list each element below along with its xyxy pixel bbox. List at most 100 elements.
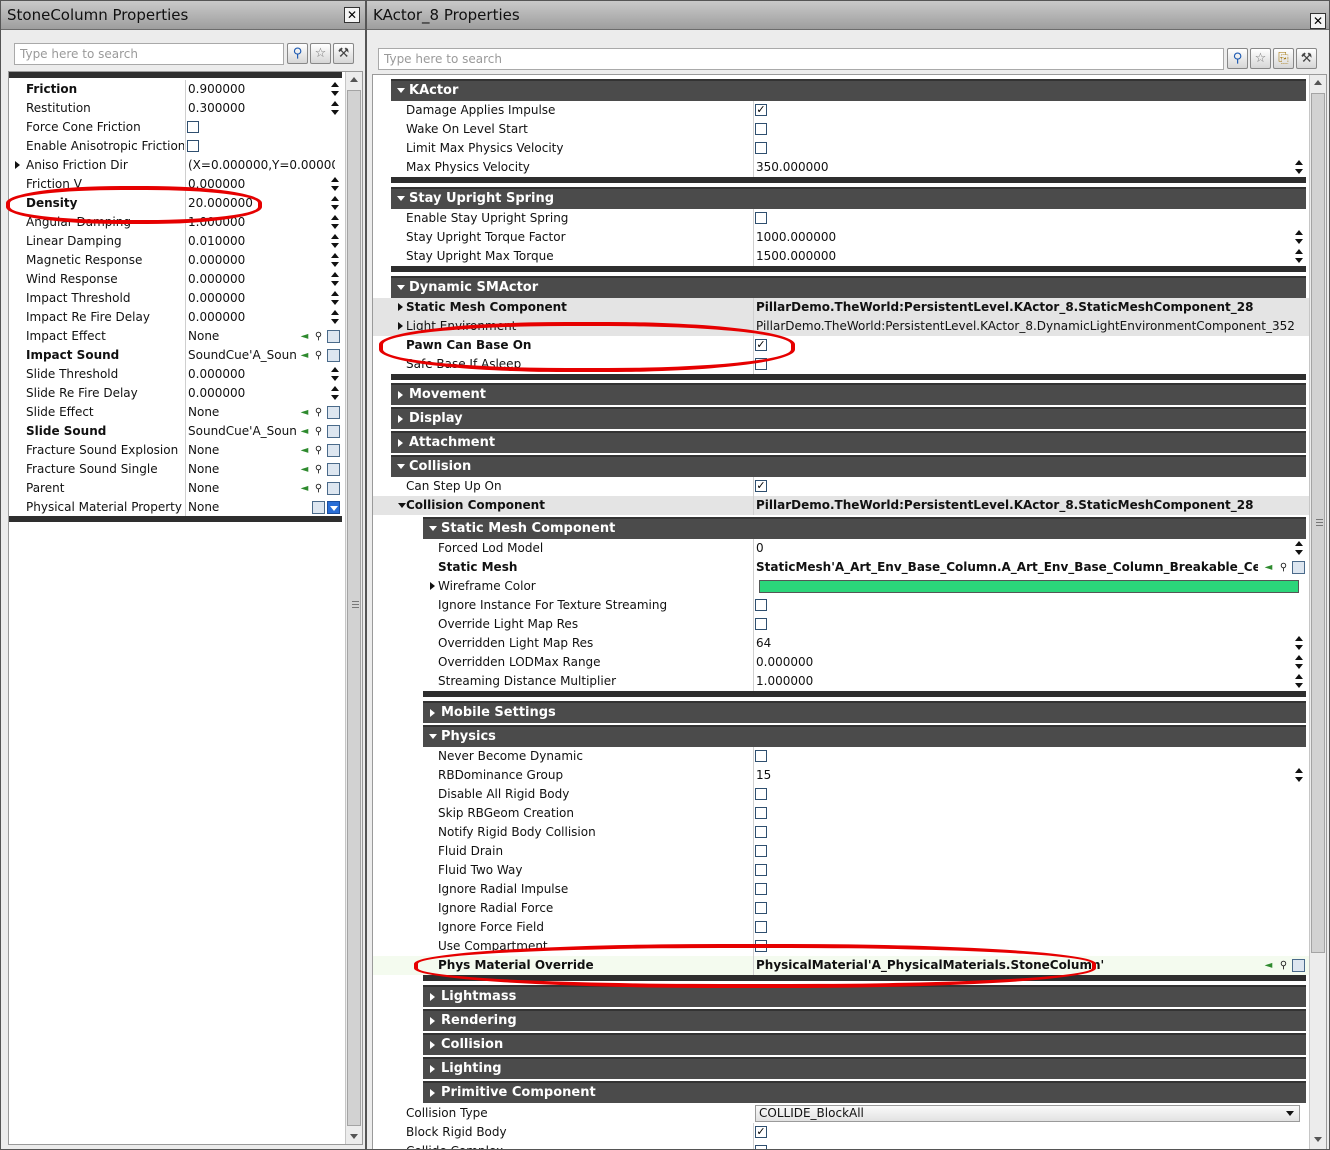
right-property-row[interactable]: Stay Upright Max Torque 1500.000000	[373, 247, 1326, 266]
spinner-arrows-icon[interactable]	[331, 177, 340, 191]
category-rendering[interactable]: Rendering	[423, 1009, 1306, 1031]
browse-magnifier-icon[interactable]: ⚲	[312, 349, 325, 362]
clear-icon[interactable]	[312, 501, 325, 514]
property-value[interactable]	[185, 137, 335, 156]
dropdown-arrow-icon[interactable]	[327, 501, 340, 514]
spinner-arrows-icon[interactable]	[1295, 249, 1304, 263]
browse-magnifier-icon[interactable]: ⚲	[312, 482, 325, 495]
right-property-row[interactable]: Use Compartment	[373, 937, 1326, 956]
property-value[interactable]	[753, 209, 1296, 228]
clear-icon[interactable]	[327, 425, 340, 438]
property-value[interactable]: None	[185, 441, 297, 460]
right-scroll-thumb[interactable]	[1311, 93, 1325, 953]
expand-arrow-icon[interactable]	[398, 439, 403, 447]
expand-arrow-icon[interactable]	[398, 303, 403, 311]
right-property-row[interactable]: Forced Lod Model 0	[373, 539, 1326, 558]
left-property-row[interactable]: Slide Sound SoundCue'A_Sound ◄ ⚲	[9, 422, 362, 441]
right-tools-icon[interactable]: ⚒	[1296, 48, 1317, 69]
expand-arrow-icon[interactable]	[430, 582, 435, 590]
category-mobile-settings[interactable]: Mobile Settings	[423, 701, 1306, 723]
property-value[interactable]: None	[185, 327, 297, 346]
property-value[interactable]	[753, 747, 1296, 766]
property-value[interactable]: 0.900000	[185, 80, 335, 99]
property-checkbox[interactable]: ✓	[755, 104, 767, 116]
property-checkbox[interactable]	[187, 140, 199, 152]
left-property-row[interactable]: Force Cone Friction	[9, 118, 362, 137]
property-value[interactable]: 0.000000	[185, 251, 335, 270]
property-value[interactable]	[753, 785, 1296, 804]
use-selected-icon[interactable]: ◄	[1262, 561, 1275, 574]
right-property-row[interactable]: Skip RBGeom Creation	[373, 804, 1326, 823]
left-property-row[interactable]: Physical Material Property None	[9, 498, 362, 517]
right-property-row[interactable]: Stay Upright Torque Factor 1000.000000	[373, 228, 1326, 247]
spinner-arrows-icon[interactable]	[1295, 160, 1304, 174]
use-selected-icon[interactable]: ◄	[298, 482, 311, 495]
right-property-row[interactable]: Fluid Drain	[373, 842, 1326, 861]
left-property-row[interactable]: Impact Effect None ◄ ⚲	[9, 327, 362, 346]
expand-arrow-icon[interactable]	[430, 1017, 435, 1025]
right-property-row[interactable]: Disable All Rigid Body	[373, 785, 1326, 804]
property-value[interactable]: None	[185, 460, 297, 479]
spinner-arrows-icon[interactable]	[1295, 768, 1304, 782]
collapse-arrow-icon[interactable]	[398, 503, 406, 508]
use-selected-icon[interactable]: ◄	[298, 425, 311, 438]
left-property-row[interactable]: Wind Response 0.000000	[9, 270, 362, 289]
right-property-row[interactable]: Damage Applies Impulse ✓	[373, 101, 1326, 120]
left-property-row[interactable]: Angular Damping 1.000000	[9, 213, 362, 232]
collapse-arrow-icon[interactable]	[397, 196, 405, 201]
left-scroll-thumb[interactable]	[347, 90, 361, 1126]
property-value[interactable]	[185, 118, 335, 137]
clear-icon[interactable]	[327, 444, 340, 457]
right-property-row[interactable]: Overridden LODMax Range 0.000000	[373, 653, 1326, 672]
left-property-row[interactable]: Fracture Sound Explosion None ◄ ⚲	[9, 441, 362, 460]
collapse-arrow-icon[interactable]	[429, 526, 437, 531]
right-property-row[interactable]: Overridden Light Map Res 64	[373, 634, 1326, 653]
property-checkbox[interactable]	[755, 788, 767, 800]
left-tools-icon[interactable]: ⚒	[333, 43, 354, 64]
property-value[interactable]: StaticMesh'A_Art_Env_Base_Column.A_Art_E…	[753, 558, 1258, 577]
property-value[interactable]	[753, 1123, 1296, 1142]
property-checkbox[interactable]	[755, 826, 767, 838]
collapse-arrow-icon[interactable]	[397, 464, 405, 469]
right-search-icon[interactable]: ⚲	[1227, 48, 1248, 69]
right-favorites-icon[interactable]: ☆	[1250, 48, 1271, 69]
use-selected-icon[interactable]: ◄	[298, 463, 311, 476]
property-value[interactable]	[753, 120, 1296, 139]
property-value[interactable]: PhysicalMaterial'A_PhysicalMaterials.Sto…	[753, 956, 1258, 975]
expand-arrow-icon[interactable]	[430, 1041, 435, 1049]
expand-arrow-icon[interactable]	[430, 1065, 435, 1073]
left-titlebar[interactable]: StoneColumn Properties ✕	[1, 1, 365, 30]
left-property-row[interactable]: Slide Effect None ◄ ⚲	[9, 403, 362, 422]
property-value[interactable]	[753, 899, 1296, 918]
chevron-down-icon[interactable]	[1286, 1111, 1294, 1116]
right-vertical-scrollbar[interactable]	[1309, 75, 1326, 1149]
category-primitive-component[interactable]: Primitive Component	[423, 1081, 1306, 1103]
spinner-arrows-icon[interactable]	[331, 234, 340, 248]
property-value[interactable]: 0.010000	[185, 232, 335, 251]
expand-arrow-icon[interactable]	[430, 1089, 435, 1097]
left-property-row[interactable]: Impact Threshold 0.000000	[9, 289, 362, 308]
browse-magnifier-icon[interactable]: ⚲	[312, 444, 325, 457]
right-property-row[interactable]: Static Mesh Component PillarDemo.TheWorld…	[373, 298, 1326, 317]
clear-icon[interactable]	[327, 463, 340, 476]
spinner-arrows-icon[interactable]	[331, 272, 340, 286]
collapse-arrow-icon[interactable]	[397, 88, 405, 93]
left-search-icon[interactable]: ⚲	[287, 43, 308, 64]
right-property-row[interactable]: Static Mesh StaticMesh'A_Art_Env_Base_Col…	[373, 558, 1326, 577]
right-property-row[interactable]: Pawn Can Base On ✓	[373, 336, 1326, 355]
left-favorites-icon[interactable]: ☆	[310, 43, 331, 64]
left-scroll-down-arrow[interactable]	[350, 1134, 358, 1139]
right-property-row[interactable]: Can Step Up On ✓	[373, 477, 1326, 496]
left-property-row[interactable]: Friction V 0.000000	[9, 175, 362, 194]
spinner-arrows-icon[interactable]	[331, 253, 340, 267]
expand-arrow-icon[interactable]	[398, 322, 403, 330]
browse-magnifier-icon[interactable]: ⚲	[312, 463, 325, 476]
property-checkbox[interactable]	[187, 121, 199, 133]
collapse-arrow-icon[interactable]	[429, 734, 437, 739]
collapse-arrow-icon[interactable]	[397, 285, 405, 290]
expand-arrow-icon[interactable]	[15, 161, 20, 169]
category-static-mesh-component[interactable]: Static Mesh Component	[423, 517, 1306, 539]
category-lighting[interactable]: Lighting	[423, 1057, 1306, 1079]
property-value[interactable]: PillarDemo.TheWorld:PersistentLevel.KAct…	[753, 298, 1296, 317]
property-value[interactable]: 0.000000	[185, 384, 335, 403]
